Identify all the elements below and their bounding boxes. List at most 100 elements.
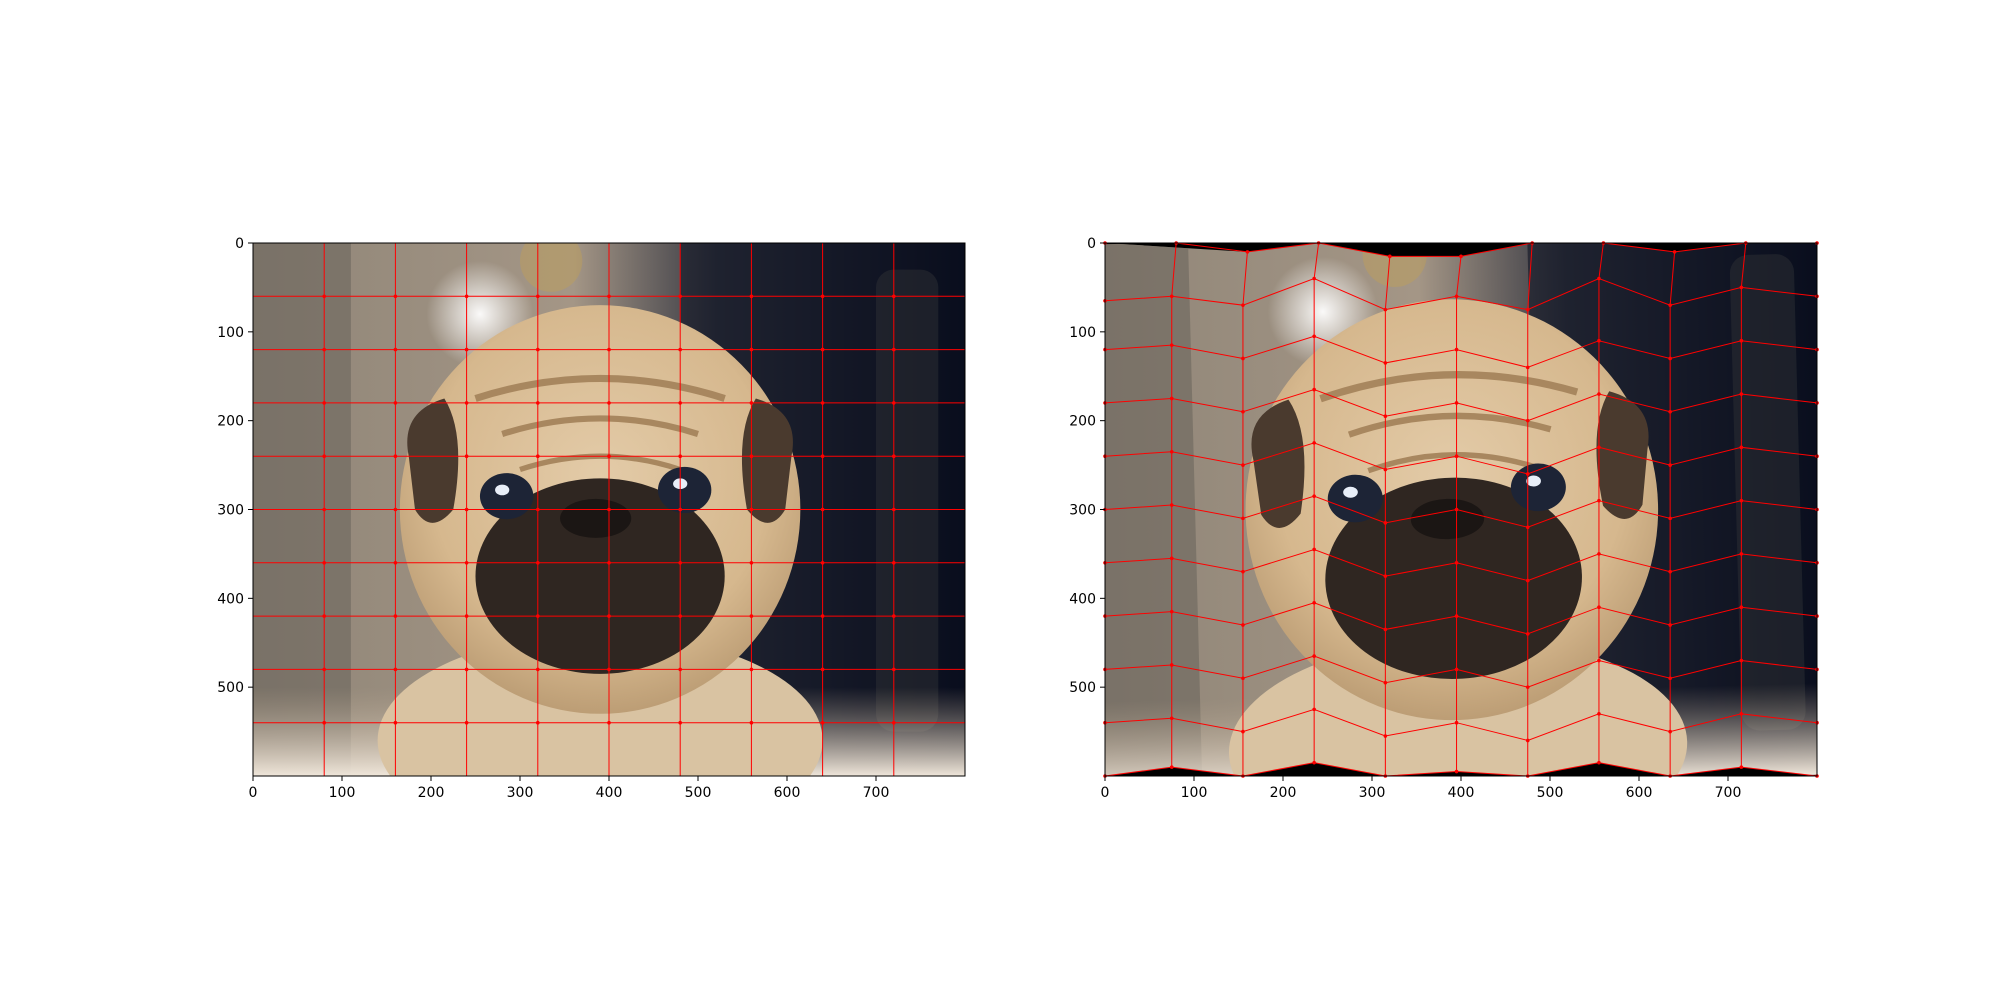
grid-node xyxy=(322,561,327,565)
grid-node xyxy=(607,347,611,352)
x-tick-label: 700 xyxy=(1715,785,1742,801)
warped-grid-node xyxy=(1739,712,1744,716)
grid-node xyxy=(820,667,825,672)
warped-grid-node xyxy=(1668,729,1672,734)
grid-node xyxy=(749,720,754,725)
grid-node xyxy=(892,507,896,512)
grid-node xyxy=(393,401,398,405)
grid-node xyxy=(464,401,469,405)
warped-grid-node xyxy=(1668,623,1672,627)
grid-node xyxy=(749,347,754,352)
warped-grid-node xyxy=(1383,467,1388,472)
grid-node xyxy=(678,347,682,352)
warped-grid-node xyxy=(1739,498,1744,503)
warped-grid-node xyxy=(1525,307,1530,312)
grid-node xyxy=(607,614,611,618)
grid-node xyxy=(892,401,896,405)
warped-grid-node xyxy=(1739,658,1744,663)
warped-grid-node xyxy=(1454,769,1459,774)
warped-grid-node xyxy=(1241,463,1245,467)
warped-grid-node xyxy=(1169,449,1174,454)
warped-grid-node xyxy=(1525,418,1530,423)
grid-node xyxy=(820,561,825,565)
warped-grid-node xyxy=(1668,463,1672,467)
grid-node xyxy=(892,347,896,352)
warped-grid-node xyxy=(1312,707,1316,712)
grid-node xyxy=(749,507,754,512)
x-tick-label: 0 xyxy=(249,785,258,801)
grid-node xyxy=(393,561,398,565)
grid-node xyxy=(678,294,682,299)
grid-node xyxy=(820,614,825,618)
grid-node xyxy=(820,401,825,405)
warped-grid-node xyxy=(1312,494,1316,498)
warped-grid-node xyxy=(1383,680,1388,685)
warped-grid-node xyxy=(1525,738,1530,743)
left-axes: 0 100 200 300 400 500 600 700 0 100 200 300 400 500 xyxy=(217,236,966,801)
grid-node xyxy=(322,347,327,352)
grid-node xyxy=(322,401,327,405)
grid-node xyxy=(322,614,327,618)
warped-grid-node xyxy=(1454,454,1459,459)
warped-grid-node xyxy=(1739,445,1744,450)
warped-grid-node xyxy=(1312,334,1316,339)
warped-grid-node xyxy=(1241,409,1245,414)
warped-grid-node xyxy=(1241,623,1245,627)
grid-node xyxy=(536,561,540,565)
grid-node xyxy=(464,294,469,299)
warped-grid-node xyxy=(1597,605,1601,610)
warped-grid-node xyxy=(1739,765,1744,769)
grid-node xyxy=(607,561,611,565)
x-tick-label: 500 xyxy=(1537,785,1564,801)
warped-grid-node xyxy=(1383,734,1388,738)
warped-grid-node xyxy=(1597,276,1601,281)
grid-node xyxy=(536,614,540,618)
grid-node xyxy=(393,454,398,459)
warped-grid-node xyxy=(1169,609,1174,614)
right-image xyxy=(1087,212,1837,867)
right-axes: 0 100 200 300 400 500 600 700 0 100 200 300 400 500 xyxy=(1069,212,1837,867)
grid-node xyxy=(393,347,398,352)
warped-grid-node xyxy=(1312,654,1316,658)
figure: 0 100 200 300 400 500 600 700 0 100 200 300 400 500 0… xyxy=(217,212,1837,867)
grid-node xyxy=(536,294,540,299)
grid-node xyxy=(892,454,896,459)
y-tick-label: 500 xyxy=(217,680,244,696)
warped-grid-node xyxy=(1525,472,1530,476)
grid-node xyxy=(464,720,469,725)
grid-node xyxy=(820,507,825,512)
x-tick-label: 400 xyxy=(596,785,623,801)
grid-node xyxy=(536,720,540,725)
warped-grid-node xyxy=(1668,303,1672,307)
y-tick-label: 200 xyxy=(1069,414,1096,430)
warped-grid-node xyxy=(1597,498,1601,503)
warped-grid-node xyxy=(1454,614,1459,618)
grid-node xyxy=(892,294,896,299)
warped-grid-node xyxy=(1597,658,1601,663)
x-tick-label: 0 xyxy=(1101,785,1110,801)
x-tick-label: 600 xyxy=(1626,785,1653,801)
grid-node xyxy=(464,667,469,672)
grid-node xyxy=(749,454,754,459)
warped-grid-node xyxy=(1312,387,1316,392)
warped-grid-node xyxy=(1525,525,1530,530)
grid-node xyxy=(536,401,540,405)
grid-node xyxy=(892,667,896,672)
warped-grid-node xyxy=(1668,676,1672,681)
grid-node xyxy=(464,507,469,512)
grid-node xyxy=(536,454,540,459)
grid-node xyxy=(393,667,398,672)
grid-node xyxy=(322,507,327,512)
grid-node xyxy=(393,720,398,725)
warped-grid-node xyxy=(1668,569,1672,574)
grid-node xyxy=(607,454,611,459)
grid-node xyxy=(678,454,682,459)
warped-grid-node xyxy=(1597,392,1601,396)
warped-grid-node xyxy=(1241,569,1245,574)
grid-node xyxy=(678,561,682,565)
y-tick-label: 0 xyxy=(235,236,244,252)
warped-grid-node xyxy=(1383,361,1388,365)
grid-node xyxy=(464,561,469,565)
warped-grid-node xyxy=(1241,356,1245,361)
grid-node xyxy=(393,507,398,512)
